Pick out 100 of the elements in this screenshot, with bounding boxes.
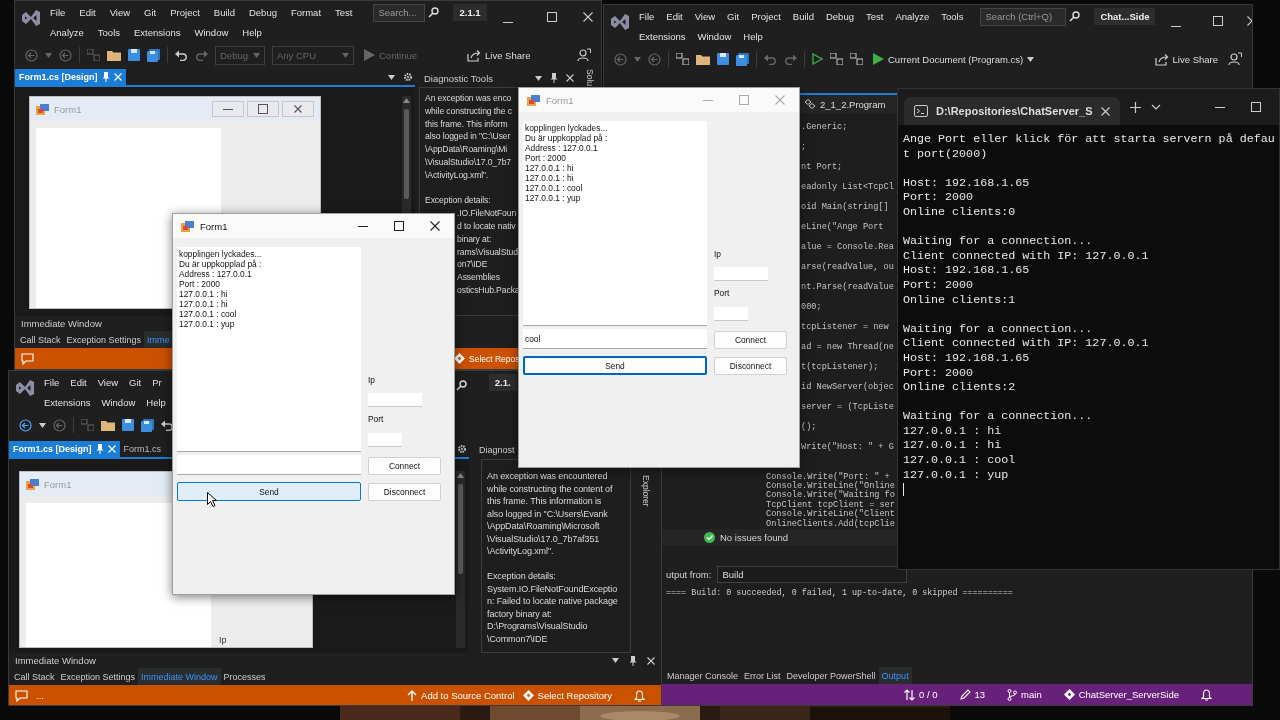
search-field[interactable]: Search (Ctrl+Q) bbox=[980, 7, 1067, 26]
menu-item[interactable]: Format bbox=[289, 6, 323, 19]
code-line: eLine("Ange Port bbox=[801, 221, 884, 234]
code-line: oid Main(string[] bbox=[801, 201, 889, 214]
menu-item[interactable]: Edit bbox=[69, 376, 88, 389]
panel-tab[interactable]: Developer PowerShell bbox=[783, 667, 879, 684]
message-line: factory binary at: bbox=[487, 607, 552, 620]
form-title: Form1 bbox=[54, 103, 82, 115]
console-line: 127.0.0.1 : hi bbox=[903, 423, 1003, 439]
panel-tab[interactable]: Output bbox=[878, 667, 912, 684]
search-field[interactable]: Search... bbox=[373, 3, 426, 22]
menu-item[interactable]: Debug bbox=[247, 6, 278, 19]
menu-item[interactable]: Debug bbox=[824, 10, 855, 23]
console-line: t port(2000) bbox=[903, 146, 989, 162]
panel-tab[interactable]: Call Stack bbox=[17, 331, 64, 348]
list-item: Port : 2000 bbox=[179, 279, 221, 289]
status-message: ... bbox=[36, 690, 44, 701]
menu-item[interactable]: Test bbox=[334, 6, 354, 19]
menu-item[interactable]: View bbox=[96, 376, 120, 389]
menu-item[interactable]: Help bbox=[145, 396, 167, 409]
console-line: Client connected with IP: 127.0.0.1 bbox=[903, 248, 1150, 264]
terminal-tab[interactable]: D:\Repositories\ChatServer_S bbox=[904, 97, 1120, 125]
console-line: 127.0.0.1 : yup bbox=[903, 467, 1010, 483]
navigation-dropdown[interactable]: 2_1_2.Program bbox=[804, 98, 886, 110]
list-item: Address : 127.0.0.1 bbox=[525, 143, 599, 153]
message-line: System.IO.FileNotFoundExceptio bbox=[487, 582, 618, 595]
live-share-button[interactable]: Live Share bbox=[464, 48, 534, 62]
panel-tab[interactable]: Exception Settings bbox=[57, 668, 139, 685]
menu-item[interactable]: Git bbox=[128, 376, 143, 389]
menu-item[interactable]: Help bbox=[241, 26, 263, 39]
menu-item[interactable]: Window bbox=[193, 26, 230, 39]
document-tab[interactable]: Form1.cs bbox=[119, 441, 166, 457]
connect-button[interactable]: Connect bbox=[368, 457, 441, 475]
menu-item[interactable]: File bbox=[49, 6, 67, 19]
panel-tab[interactable]: Immediate Window bbox=[138, 668, 221, 685]
menu-item[interactable]: Window bbox=[696, 30, 733, 43]
list-item: kopplingen lyckades... bbox=[525, 123, 609, 133]
message-line: \ActivityLog.xml". bbox=[425, 168, 489, 182]
message-list[interactable]: kopplingen lyckades... Du är uppkopplad på : Address : 127.0.0.1 Port : 2000 127.0.0.1 : hi 127.0.0.1 : hi 127.0.0.1 : cool 127.0.0.1 : yup bbox=[177, 247, 361, 452]
menu-item[interactable]: Project bbox=[750, 10, 782, 23]
menu-item[interactable]: Window bbox=[100, 396, 137, 409]
repository-button[interactable]: ChatServer_ServerSide bbox=[1063, 689, 1179, 700]
code-line: .Generic; bbox=[801, 121, 848, 134]
list-item: Address : 127.0.0.1 bbox=[179, 269, 253, 279]
message-line: \Common7\IDE bbox=[487, 632, 548, 645]
field-label: Port bbox=[714, 288, 731, 299]
code-line: (); bbox=[801, 421, 817, 434]
message-line: \AppData\Roaming\Mi bbox=[425, 143, 508, 156]
message-line: binary at: bbox=[457, 232, 492, 246]
menu-item[interactable]: Test bbox=[864, 10, 885, 23]
repository-button[interactable]: Select Repository bbox=[522, 690, 612, 701]
menu-item[interactable]: Project bbox=[169, 6, 201, 19]
edits-button[interactable]: 13 bbox=[959, 689, 986, 700]
message-line: on7\IDE bbox=[457, 258, 488, 272]
changes-button[interactable]: 0 / 0 bbox=[904, 688, 938, 701]
menu-item[interactable]: Analyze bbox=[894, 10, 931, 23]
panel-tab[interactable]: Exception Settings bbox=[63, 331, 145, 348]
menu-item[interactable]: File bbox=[43, 376, 61, 389]
panel-tab[interactable]: Manager Console bbox=[664, 667, 742, 684]
live-share-button[interactable]: Live Share bbox=[1151, 52, 1221, 66]
menu-item[interactable]: Tools bbox=[96, 26, 121, 39]
send-button[interactable]: Send bbox=[177, 482, 361, 501]
solution-name: Chat...Side bbox=[1094, 8, 1156, 25]
disconnect-button[interactable]: Disconnect bbox=[368, 483, 441, 501]
menu-item[interactable]: Build bbox=[212, 6, 236, 19]
list-item: 127.0.0.1 : cool bbox=[525, 183, 584, 193]
message-line: d to locate nativ bbox=[457, 219, 516, 233]
menu-item[interactable]: Tools bbox=[940, 10, 965, 23]
menu-item[interactable]: Extensions bbox=[638, 30, 687, 43]
menu-item[interactable]: Help bbox=[742, 30, 764, 43]
output-source-dropdown[interactable]: Build bbox=[717, 565, 908, 583]
menu-item[interactable]: Edit bbox=[665, 10, 684, 23]
panel-tab[interactable]: Imme bbox=[144, 331, 173, 348]
message-line: osticsHub.Packa bbox=[457, 283, 520, 297]
menu-item[interactable]: View bbox=[693, 10, 717, 23]
list-item: 127.0.0.1 : hi bbox=[179, 289, 229, 299]
menu-item[interactable]: Git bbox=[726, 10, 741, 23]
menu-item[interactable]: Extensions bbox=[133, 26, 182, 39]
menu-item[interactable]: Extensions bbox=[43, 396, 92, 409]
code-line: ad = new Thread(ne bbox=[801, 341, 894, 354]
menu-item[interactable]: File bbox=[638, 10, 656, 23]
field-label: Ip bbox=[219, 635, 228, 645]
start-button[interactable]: Current Document (Program.cs) bbox=[870, 53, 1038, 65]
issues-status: No issues found bbox=[720, 531, 789, 543]
panel-tab[interactable]: Call Stack bbox=[11, 668, 58, 685]
menu-item[interactable]: Analyze bbox=[49, 26, 85, 39]
console-line: Host: 192.168.1.65 bbox=[903, 263, 1031, 278]
menu-item[interactable]: Edit bbox=[78, 6, 97, 19]
side-tab[interactable]: Explorer bbox=[637, 475, 651, 507]
menu-item[interactable]: View bbox=[108, 6, 132, 19]
menu-item[interactable]: Git bbox=[143, 6, 158, 19]
menu-item[interactable]: Pr bbox=[151, 376, 163, 389]
panel-tab[interactable]: Processes bbox=[220, 668, 269, 685]
message-line: Exception details: bbox=[487, 570, 556, 583]
branch-button[interactable]: main bbox=[1007, 688, 1042, 701]
source-control-button[interactable]: Add to Source Control bbox=[407, 689, 515, 702]
menu-item[interactable]: Build bbox=[791, 10, 815, 23]
message-line: Exception details: bbox=[425, 194, 491, 208]
panel-tab[interactable]: Error List bbox=[741, 667, 784, 684]
side-tab[interactable]: Solu bbox=[581, 69, 595, 86]
